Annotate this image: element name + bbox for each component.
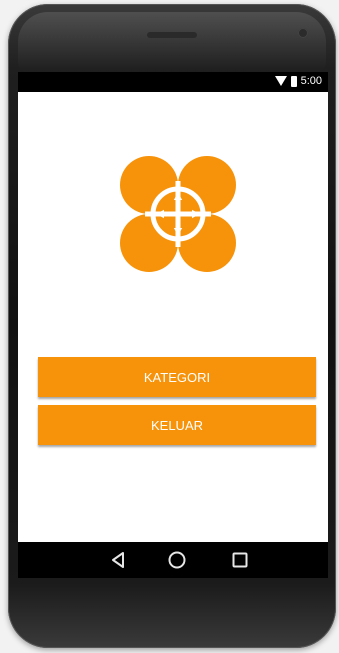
wifi-icon: [274, 76, 287, 86]
status-bar: 5:00: [18, 72, 328, 92]
app-screen: KATEGORI KELUAR: [18, 92, 328, 542]
recents-icon[interactable]: [230, 550, 250, 570]
kategori-button[interactable]: KATEGORI: [38, 357, 316, 397]
front-camera: [298, 28, 308, 38]
clover-crosshair-logo: [120, 156, 236, 272]
status-time: 5:00: [300, 75, 322, 87]
keluar-button[interactable]: KELUAR: [38, 405, 316, 445]
earpiece: [147, 32, 197, 38]
navigation-bar: [18, 542, 328, 578]
battery-icon: [290, 75, 297, 87]
status-icons: 5:00: [274, 75, 322, 87]
back-icon[interactable]: [108, 550, 128, 570]
home-icon[interactable]: [167, 550, 187, 570]
device-gloss: [18, 12, 326, 72]
